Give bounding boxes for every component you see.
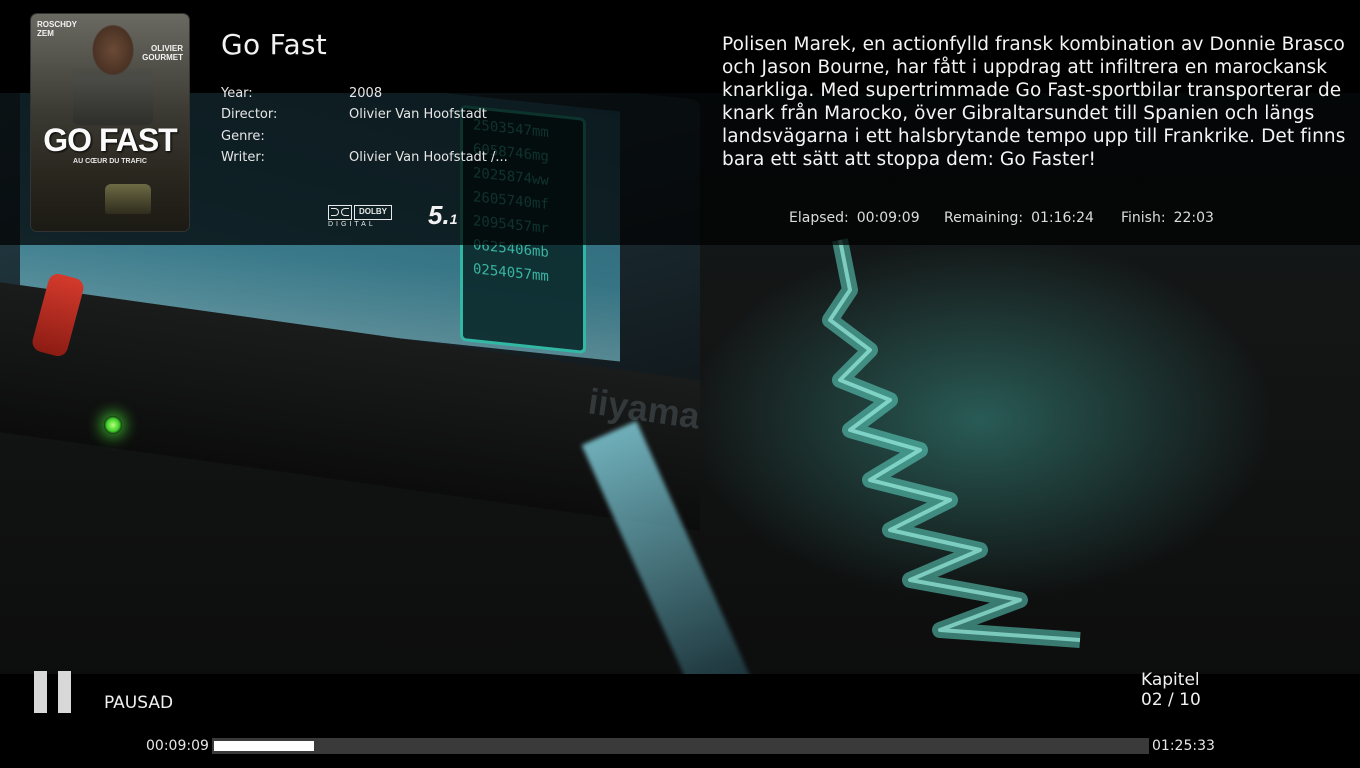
dolby-double-d-icon xyxy=(328,205,352,220)
meta-director: Director: Olivier Van Hoofstadt xyxy=(221,107,541,127)
poster-actor-name: ZEM xyxy=(37,29,54,38)
elapsed-label: Elapsed: xyxy=(789,210,849,226)
channels-main: 5. xyxy=(428,200,450,230)
dolby-digital-label: DIGITAL xyxy=(328,221,376,228)
meta-value: Olivier Van Hoofstadt /... xyxy=(349,150,508,165)
meta-genre: Genre: xyxy=(221,129,541,149)
finish-time: Finish: 22:03 xyxy=(1121,210,1214,230)
media-player: 2503547mm 6058746mg 2025874ww 2605740mf … xyxy=(0,0,1360,768)
poster-figure xyxy=(73,20,153,125)
seek-bar-fill xyxy=(214,741,314,751)
meta-year: Year: 2008 xyxy=(221,86,541,106)
total-time: 01:25:33 xyxy=(1152,738,1215,754)
channels-sub: 1 xyxy=(449,211,458,227)
finish-value: 22:03 xyxy=(1173,210,1214,226)
remaining-value: 01:16:24 xyxy=(1031,210,1094,226)
playback-state-label: PAUSAD xyxy=(104,693,174,713)
oscilloscope-waveform xyxy=(822,238,1081,648)
movie-poster: ROSCHDY ZEM OLIVIER GOURMET GO FAST AU C… xyxy=(31,14,189,231)
poster-actor-name: OLIVIER xyxy=(150,44,183,53)
dolby-word: DOLBY xyxy=(354,205,392,220)
poster-car xyxy=(105,184,151,214)
meta-label: Director: xyxy=(221,107,278,122)
meta-value: 2008 xyxy=(349,86,383,101)
dolby-digital-icon: DOLBY DIGITAL xyxy=(328,205,394,231)
meta-writer: Writer: Olivier Van Hoofstadt /... xyxy=(221,150,541,170)
elapsed-time: Elapsed: 00:09:09 xyxy=(789,210,920,230)
chapter-indicator: Kapitel 02 / 10 xyxy=(1141,670,1241,710)
chapter-value: 02 / 10 xyxy=(1141,690,1201,710)
meta-label: Genre: xyxy=(221,129,265,144)
finish-label: Finish: xyxy=(1121,210,1166,226)
chapter-label: Kapitel xyxy=(1141,670,1200,690)
poster-subtitle: AU CŒUR DU TRAFIC xyxy=(73,158,147,165)
green-led xyxy=(104,416,122,434)
remaining-time: Remaining: 01:16:24 xyxy=(944,210,1094,230)
remaining-label: Remaining: xyxy=(944,210,1024,226)
current-time: 00:09:09 xyxy=(146,738,209,754)
poster-actor-name: GOURMET xyxy=(142,53,183,62)
meta-label: Year: xyxy=(221,86,253,101)
audio-channels-icon: 5.1 xyxy=(428,200,457,231)
panel-readout: 0254057mm xyxy=(473,261,549,286)
seek-bar[interactable] xyxy=(212,738,1149,754)
elapsed-value: 00:09:09 xyxy=(856,210,920,226)
poster-title: GO FAST xyxy=(43,122,177,158)
poster-actor-name: ROSCHDY xyxy=(37,20,78,29)
pause-icon[interactable] xyxy=(34,671,72,713)
plot-summary: Polisen Marek, en actionfylld fransk kom… xyxy=(722,34,1346,170)
meta-value: Olivier Van Hoofstadt xyxy=(349,107,487,122)
movie-title: Go Fast xyxy=(221,28,328,61)
meta-label: Writer: xyxy=(221,150,265,165)
